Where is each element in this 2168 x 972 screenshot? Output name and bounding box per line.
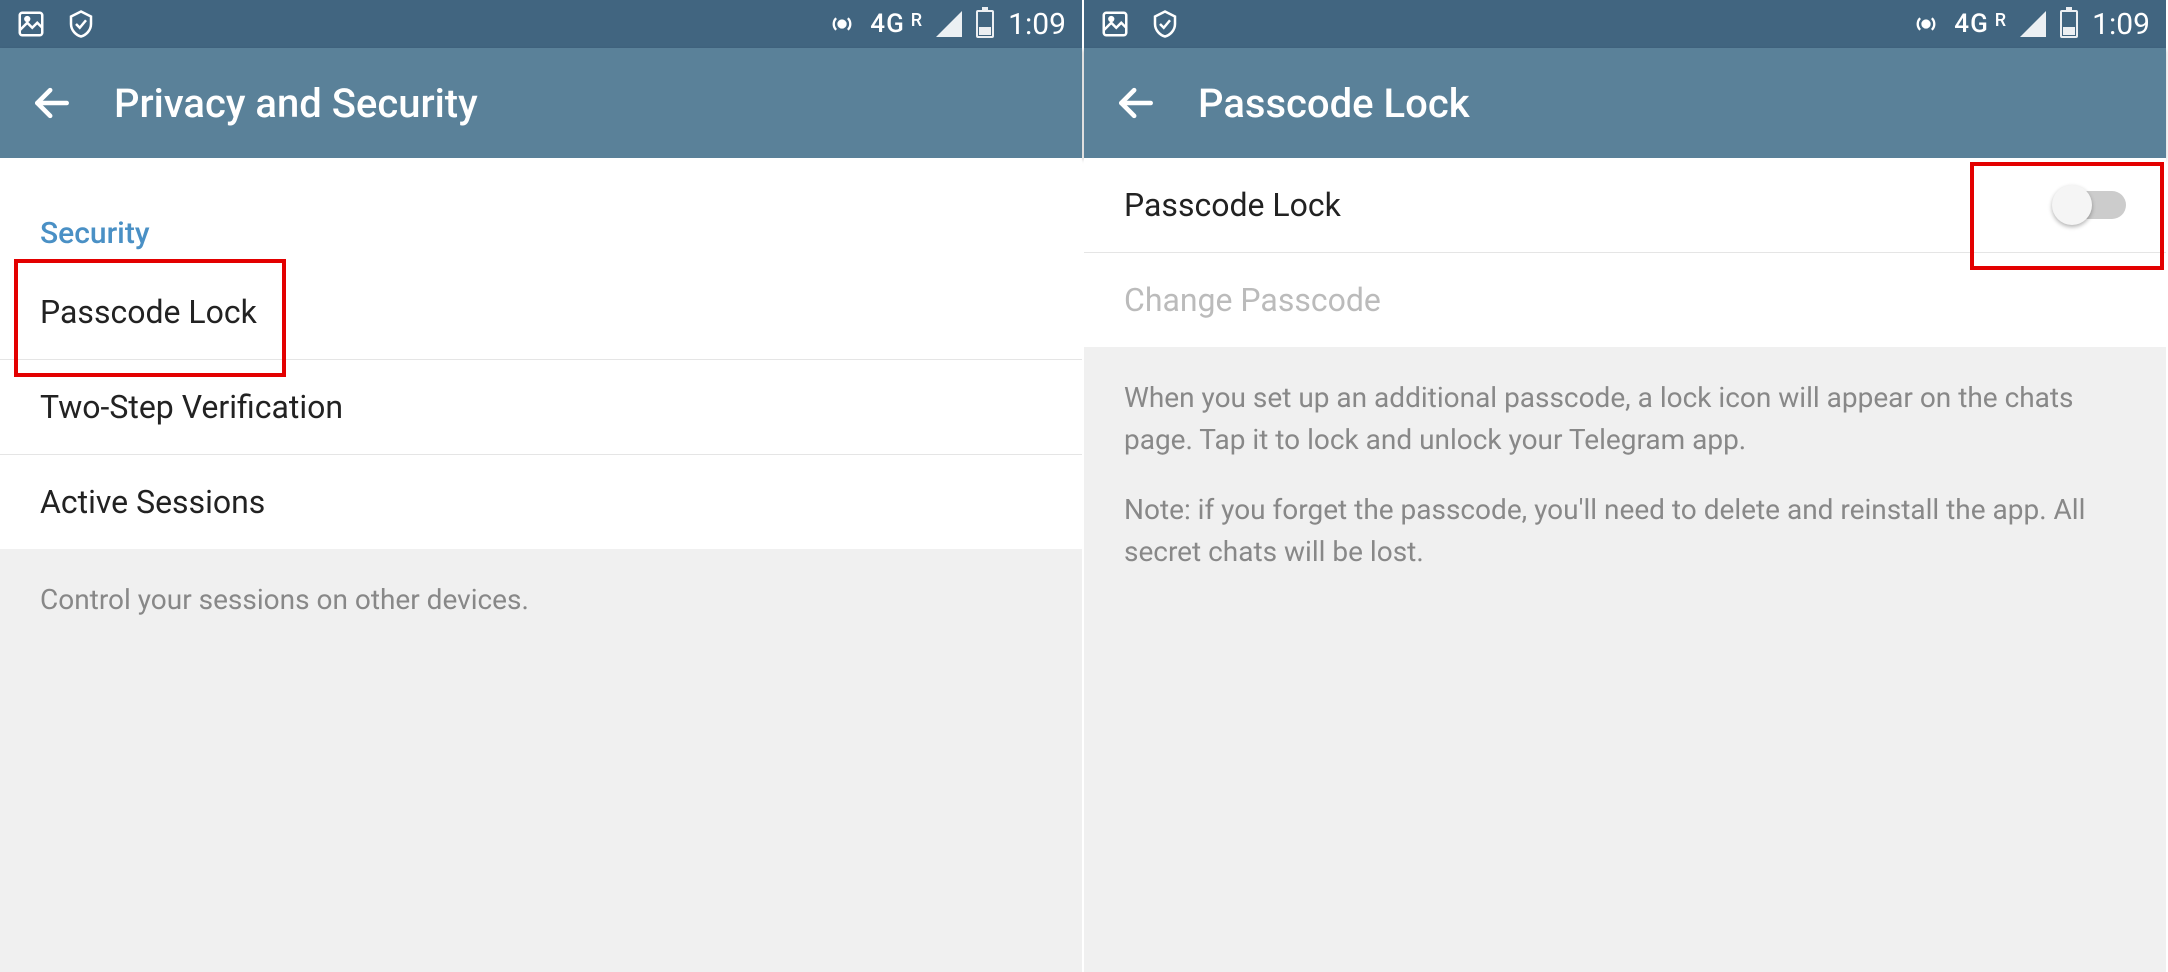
battery-icon bbox=[976, 10, 994, 38]
app-bar: Passcode Lock bbox=[1084, 48, 2166, 158]
hotspot-icon bbox=[828, 10, 856, 38]
shield-check-icon bbox=[1150, 9, 1180, 39]
footer-text: Control your sessions on other devices. bbox=[40, 579, 1042, 621]
toggle-label: Passcode Lock bbox=[1124, 186, 1341, 224]
roaming-label: R bbox=[911, 10, 922, 31]
signal-icon bbox=[2020, 11, 2046, 37]
back-button[interactable] bbox=[30, 81, 74, 125]
help-text-2: Note: if you forget the passcode, you'll… bbox=[1124, 489, 2126, 573]
list-item-label: Change Passcode bbox=[1124, 281, 1381, 319]
status-bar: 4G R 1:09 bbox=[0, 0, 1082, 48]
battery-icon bbox=[2060, 10, 2078, 38]
list-item-label: Active Sessions bbox=[40, 483, 265, 521]
footer-note: When you set up an additional passcode, … bbox=[1084, 347, 2166, 972]
status-time: 1:09 bbox=[2092, 7, 2150, 42]
help-text-1: When you set up an additional passcode, … bbox=[1124, 377, 2126, 461]
list-item-active-sessions[interactable]: Active Sessions bbox=[0, 455, 1082, 549]
content-area: Passcode Lock Change Passcode When you s… bbox=[1084, 158, 2166, 972]
list-item-label: Two-Step Verification bbox=[40, 388, 343, 426]
network-label: 4G bbox=[870, 9, 905, 39]
section-header-security: Security bbox=[0, 188, 1082, 265]
page-title: Passcode Lock bbox=[1198, 80, 1470, 127]
screen-privacy-security: 4G R 1:09 Privacy and Security Security … bbox=[0, 0, 1084, 972]
image-icon bbox=[16, 9, 46, 39]
image-icon bbox=[1100, 9, 1130, 39]
back-button[interactable] bbox=[1114, 81, 1158, 125]
shield-check-icon bbox=[66, 9, 96, 39]
page-title: Privacy and Security bbox=[114, 80, 478, 127]
network-label: 4G bbox=[1954, 9, 1989, 39]
roaming-label: R bbox=[1995, 10, 2006, 31]
highlight-box bbox=[14, 259, 286, 377]
status-bar: 4G R 1:09 bbox=[1084, 0, 2166, 48]
app-bar: Privacy and Security bbox=[0, 48, 1082, 158]
hotspot-icon bbox=[1912, 10, 1940, 38]
signal-icon bbox=[936, 11, 962, 37]
footer-note: Control your sessions on other devices. bbox=[0, 549, 1082, 972]
highlight-box bbox=[1970, 162, 2164, 270]
status-time: 1:09 bbox=[1008, 7, 1066, 42]
screen-passcode-lock: 4G R 1:09 Passcode Lock Passcode Lock Ch… bbox=[1084, 0, 2168, 972]
